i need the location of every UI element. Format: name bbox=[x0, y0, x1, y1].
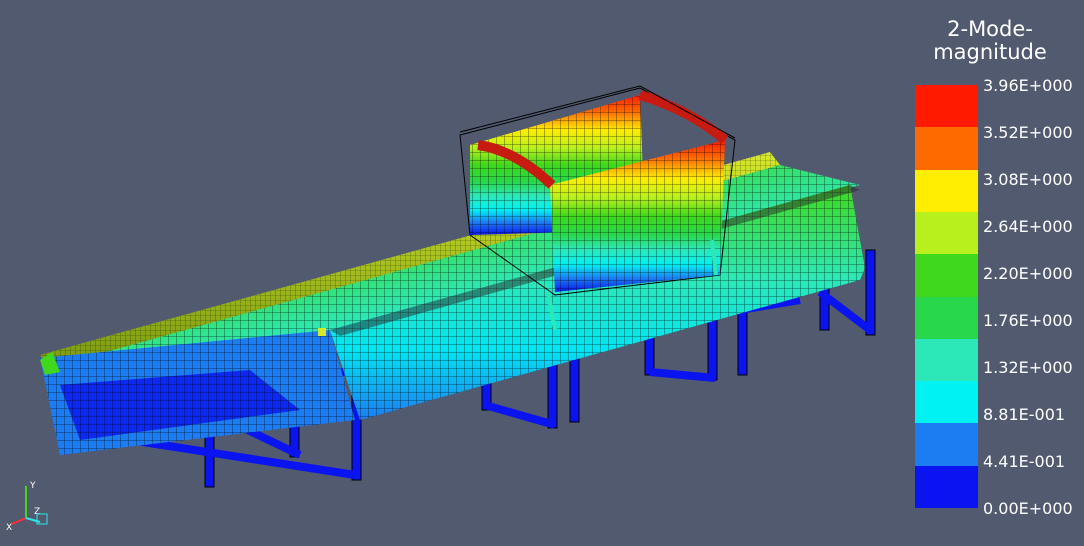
color-scale-segment bbox=[915, 381, 978, 424]
orientation-axes-icon: Y X Z bbox=[6, 481, 48, 533]
color-scale-segment bbox=[915, 211, 978, 255]
color-scale-label: 2.20E+000 bbox=[983, 264, 1073, 283]
legend-title-line2: magnitude bbox=[933, 40, 1047, 64]
color-scale-segment bbox=[915, 169, 978, 213]
color-scale-segment bbox=[915, 423, 978, 467]
legend-title: 2-Mode- magnitude bbox=[905, 18, 1075, 64]
axis-y-label: Y bbox=[29, 481, 36, 491]
color-scale-label: 8.81E-001 bbox=[983, 405, 1066, 424]
color-scale-label: 3.08E+000 bbox=[983, 170, 1073, 189]
color-scale-label: 2.64E+000 bbox=[983, 217, 1073, 236]
color-scale-label: 4.41E-001 bbox=[983, 452, 1066, 471]
color-scale-bar bbox=[915, 85, 978, 509]
color-scale-label: 3.96E+000 bbox=[983, 76, 1073, 95]
color-scale-segment bbox=[915, 254, 978, 297]
color-scale-segment bbox=[915, 465, 978, 509]
color-scale-segment bbox=[915, 338, 978, 382]
legend-title-line1: 2-Mode- bbox=[947, 17, 1033, 41]
axis-x-label: X bbox=[6, 523, 12, 533]
color-scale-segment bbox=[915, 85, 978, 128]
color-scale-label: 1.76E+000 bbox=[983, 311, 1073, 330]
color-scale-label: 0.00E+000 bbox=[983, 499, 1073, 518]
color-scale-segment bbox=[915, 296, 978, 340]
color-scale-segment bbox=[915, 127, 978, 171]
color-scale-label: 3.52E+000 bbox=[983, 123, 1073, 142]
color-scale-label: 1.32E+000 bbox=[983, 358, 1073, 377]
